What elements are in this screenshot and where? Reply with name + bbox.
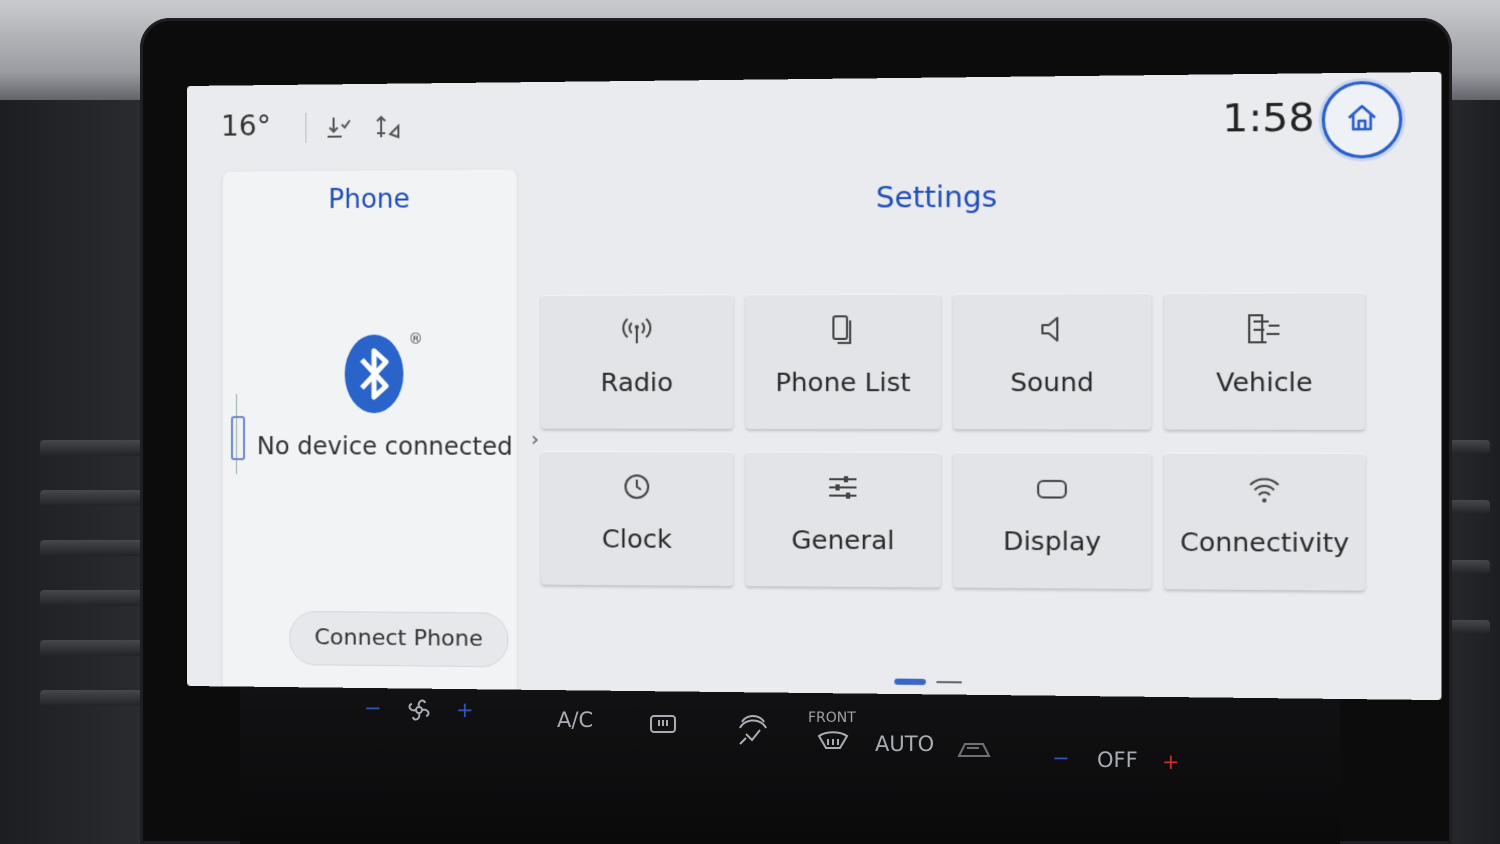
fan-icon[interactable] xyxy=(403,694,435,731)
connection-status: No device connected xyxy=(256,432,513,461)
chevron-right-icon[interactable]: › xyxy=(531,427,539,451)
status-bar: 16° 1:58 xyxy=(187,72,1442,174)
ac-button[interactable]: A/C xyxy=(557,708,593,732)
phones-icon xyxy=(746,312,941,347)
tile-label: General xyxy=(791,525,895,556)
outside-temperature: 16° xyxy=(220,109,271,143)
settings-grid: Radio Phone List Sound Vehicle Clock Gen… xyxy=(541,292,1409,591)
infotainment-screen: 16° 1:58 Phone ® No device connected Con… xyxy=(187,71,1442,701)
tile-label: Display xyxy=(1003,526,1102,557)
phone-panel-title: Phone xyxy=(328,184,410,216)
registered-mark: ® xyxy=(408,331,423,348)
temp-plus-button[interactable]: + xyxy=(1162,750,1180,774)
max-defrost-icon[interactable] xyxy=(734,708,772,755)
tile-label: Phone List xyxy=(775,367,911,398)
speaker-icon xyxy=(953,311,1151,347)
download-icon xyxy=(324,112,354,142)
tile-radio[interactable]: Radio xyxy=(541,294,734,429)
tile-label: Sound xyxy=(1010,367,1094,398)
page-indicator-inactive[interactable] xyxy=(936,681,962,684)
tile-display[interactable]: Display xyxy=(953,451,1152,590)
display-icon xyxy=(953,470,1151,506)
front-defrost-label: FRONT xyxy=(808,710,856,726)
sort-icon xyxy=(372,112,402,143)
page-indicator[interactable] xyxy=(894,678,978,686)
temperature-setting: OFF xyxy=(1097,748,1138,772)
tile-label: Radio xyxy=(600,367,674,398)
tile-label: Connectivity xyxy=(1179,527,1350,559)
rear-defrost-icon[interactable] xyxy=(955,738,991,767)
connect-phone-button[interactable]: Connect Phone xyxy=(289,610,509,668)
tile-label: Vehicle xyxy=(1216,367,1313,398)
tile-vehicle[interactable]: Vehicle xyxy=(1164,292,1366,430)
home-icon xyxy=(1342,99,1381,141)
temp-minus-button[interactable]: − xyxy=(1052,746,1070,770)
wifi-icon xyxy=(1164,471,1365,507)
tile-label: Clock xyxy=(601,524,672,554)
sliders-icon xyxy=(746,470,941,506)
tile-clock[interactable]: Clock xyxy=(541,450,734,587)
recirculation-icon[interactable] xyxy=(648,712,680,745)
tile-sound[interactable]: Sound xyxy=(953,292,1152,430)
clock-time: 1:58 xyxy=(1222,94,1315,141)
antenna-icon xyxy=(541,313,733,348)
tile-connectivity[interactable]: Connectivity xyxy=(1164,452,1366,591)
vehicle-icon xyxy=(1164,311,1365,347)
page-indicator-active[interactable] xyxy=(894,678,926,686)
settings-title: Settings xyxy=(875,179,998,215)
phone-panel[interactable]: Phone ® No device connected Connect Phon… xyxy=(222,169,517,690)
status-divider xyxy=(305,112,307,143)
auto-button[interactable]: AUTO xyxy=(875,732,934,756)
front-defrost-icon[interactable] xyxy=(816,730,850,759)
fan-plus-button[interactable]: + xyxy=(456,698,474,722)
tile-general[interactable]: General xyxy=(745,451,941,588)
bluetooth-icon xyxy=(344,334,405,415)
fan-minus-button[interactable]: − xyxy=(364,696,382,720)
clock-icon xyxy=(541,469,733,504)
tile-phone-list[interactable]: Phone List xyxy=(745,293,941,430)
home-button[interactable] xyxy=(1321,80,1403,159)
panel-drag-handle[interactable] xyxy=(231,416,246,461)
